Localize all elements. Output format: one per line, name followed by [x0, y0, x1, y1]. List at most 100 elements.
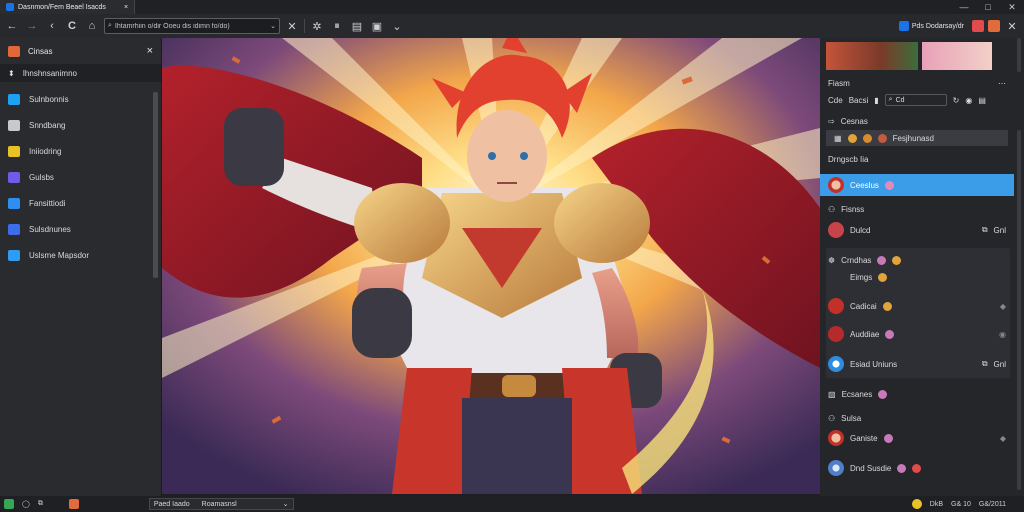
emoji-icon [883, 433, 893, 443]
extension-badge-icon[interactable] [988, 20, 1000, 32]
right-list-scrollbar[interactable] [1017, 130, 1021, 490]
toolbar: ← → ‹ C ⌂ ⌕ Ihtamrhiin o/dir Ooeu dis id… [0, 14, 1024, 38]
close-window-button[interactable]: ✕ [1000, 0, 1024, 14]
member-action[interactable]: Gnl [994, 226, 1006, 235]
sidebar-scrollbar[interactable] [153, 92, 158, 278]
emoji-icon [912, 463, 922, 473]
pause-icon[interactable]: ⏸ [329, 18, 345, 34]
copy-icon[interactable]: ⧉ [38, 500, 43, 508]
chevron-down-icon[interactable]: ⌄ [389, 18, 405, 34]
home-icon[interactable]: ⌂ [84, 18, 100, 34]
avatar [828, 460, 844, 476]
menu-icon[interactable]: ‹ [44, 18, 60, 34]
account-chip[interactable]: Pds Dodarsay/dr [895, 18, 968, 34]
sidebar-item[interactable]: Sulnbonnis [0, 86, 161, 112]
copy-icon[interactable]: ⧉ [982, 359, 988, 369]
thumbnail-2[interactable] [922, 42, 992, 70]
filter-b[interactable]: Bacsi [849, 96, 869, 105]
address-bar[interactable]: ⌕ Ihtamrhiin o/dir Ooeu dis idimn fo/do)… [104, 18, 280, 34]
filter-a[interactable]: Cde [828, 96, 843, 105]
sidebar-item[interactable]: Gulsbs [0, 164, 161, 190]
member-row[interactable]: ☸ Crndhas [820, 252, 1014, 268]
sidebar-item[interactable]: Uslsme Mapsdor [0, 242, 161, 268]
window-icon[interactable]: ▣ [369, 18, 385, 34]
chat-icon[interactable]: ◯ [22, 500, 30, 508]
list-item[interactable]: Drngscb Iia [820, 152, 1014, 166]
clear-button[interactable]: ✕ [284, 18, 300, 34]
member-row[interactable]: Dnd Susdie [820, 458, 1014, 478]
puzzle-icon[interactable]: ✲ [309, 18, 325, 34]
back-button[interactable]: ← [4, 18, 20, 34]
refresh-icon[interactable]: ↻ [953, 96, 960, 105]
title-bar: Dasnmon/Fem Beael Isacds × — □ ✕ [0, 0, 1024, 14]
user-icon[interactable]: ◉ [965, 96, 972, 105]
dropdown-chevron-icon[interactable]: ⌄ [270, 22, 276, 30]
member-row[interactable]: Esiad Uniuns ⧉ Gnl [820, 354, 1014, 374]
section-title: Cesnas [840, 116, 868, 126]
plugin-icon [8, 119, 20, 131]
status-field[interactable]: Paed Iaado Roamasnsl ⌄ [148, 498, 294, 510]
tree-icon[interactable] [4, 499, 14, 509]
notification-badge-icon[interactable] [972, 20, 984, 32]
trash-icon[interactable]: ▤ [349, 18, 365, 34]
tab-title: Dasnmon/Fem Beael Isacds [18, 3, 106, 11]
member-action[interactable]: Gnl [994, 360, 1006, 369]
avatar [828, 326, 844, 342]
member-name: Cadicai [850, 301, 877, 311]
minimize-button[interactable]: — [952, 0, 976, 14]
panel-title-row: Fiasm ⋯ [820, 76, 1014, 90]
maximize-button[interactable]: □ [976, 0, 1000, 14]
chevron-down-icon[interactable]: ⌄ [283, 500, 289, 508]
sidebar-subheader[interactable]: ⬍ Ihnshnsanimno [0, 64, 161, 82]
member-name: Auddiae [850, 329, 880, 339]
sidebar-item-label: Snndbang [29, 120, 66, 130]
status-dot-icon: ◉ [999, 329, 1006, 339]
forward-button[interactable]: → [24, 18, 40, 34]
group-icon: ⚇ [828, 204, 836, 214]
sidebar-item[interactable]: Sulsdnunes [0, 216, 161, 242]
member-row[interactable]: ▧ Ecsanes [820, 384, 1014, 404]
member-sub-row: Eimgs [820, 270, 1014, 284]
member-name: Esiad Uniuns [850, 359, 898, 369]
member-row[interactable]: Cadicai ◆ [820, 296, 1014, 316]
right-scrollbar[interactable] [1017, 38, 1021, 72]
panel-title: Fiasm [828, 78, 850, 88]
monitor-icon [8, 249, 20, 261]
list-item-selected[interactable]: Ceeslus [820, 174, 1014, 196]
member-row[interactable]: Dulcd ⧉ Gnl [820, 220, 1014, 240]
image-viewer[interactable] [162, 38, 820, 494]
more-icon[interactable]: ⋯ [998, 79, 1006, 88]
sidebar-item[interactable]: Snndbang [0, 112, 161, 138]
thumbnail-1[interactable] [826, 42, 918, 70]
menu-icon[interactable]: ▤ [978, 96, 986, 105]
sidebar-item[interactable]: Fansittiodi [0, 190, 161, 216]
close-panel-button[interactable]: ✕ [1004, 18, 1020, 34]
member-row[interactable]: Auddiae ◉ [820, 324, 1014, 344]
app-launcher-icon[interactable] [68, 499, 79, 509]
close-icon[interactable]: × [147, 45, 153, 57]
list-item-label: Ceeslus [850, 180, 879, 190]
reload-button[interactable]: C [64, 18, 80, 34]
bookmark-icon[interactable]: ▮ [874, 96, 878, 105]
member-row[interactable]: Ganiste ◆ [820, 428, 1014, 448]
avatar [828, 356, 844, 372]
hero-illustration [162, 38, 820, 494]
avatar [828, 430, 844, 446]
account-icon [898, 21, 909, 31]
search-input[interactable]: ⌕ Cd [884, 94, 947, 106]
chrome-icon[interactable] [911, 499, 922, 509]
emoji-icon [862, 133, 872, 143]
pin-icon: ⬍ [8, 68, 15, 78]
copy-icon[interactable]: ⧉ [982, 225, 988, 235]
browser-tab[interactable]: Dasnmon/Fem Beael Isacds × [0, 0, 135, 14]
section-header: ⚇ Fisnss [820, 202, 1014, 216]
emoji-icon [884, 180, 894, 190]
status-dot-icon: ◆ [999, 301, 1006, 311]
sidebar-list: Sulnbonnis Snndbang Iniiodring Gulsbs Fa… [0, 82, 161, 268]
tab-close-icon[interactable]: × [124, 4, 128, 11]
avatar [828, 177, 844, 193]
avatar [828, 298, 844, 314]
list-item-label: Fesjhunasd [892, 133, 934, 143]
sidebar-item[interactable]: Iniiodring [0, 138, 161, 164]
list-item-highlighted[interactable]: ▦ Fesjhunasd [826, 130, 1008, 146]
